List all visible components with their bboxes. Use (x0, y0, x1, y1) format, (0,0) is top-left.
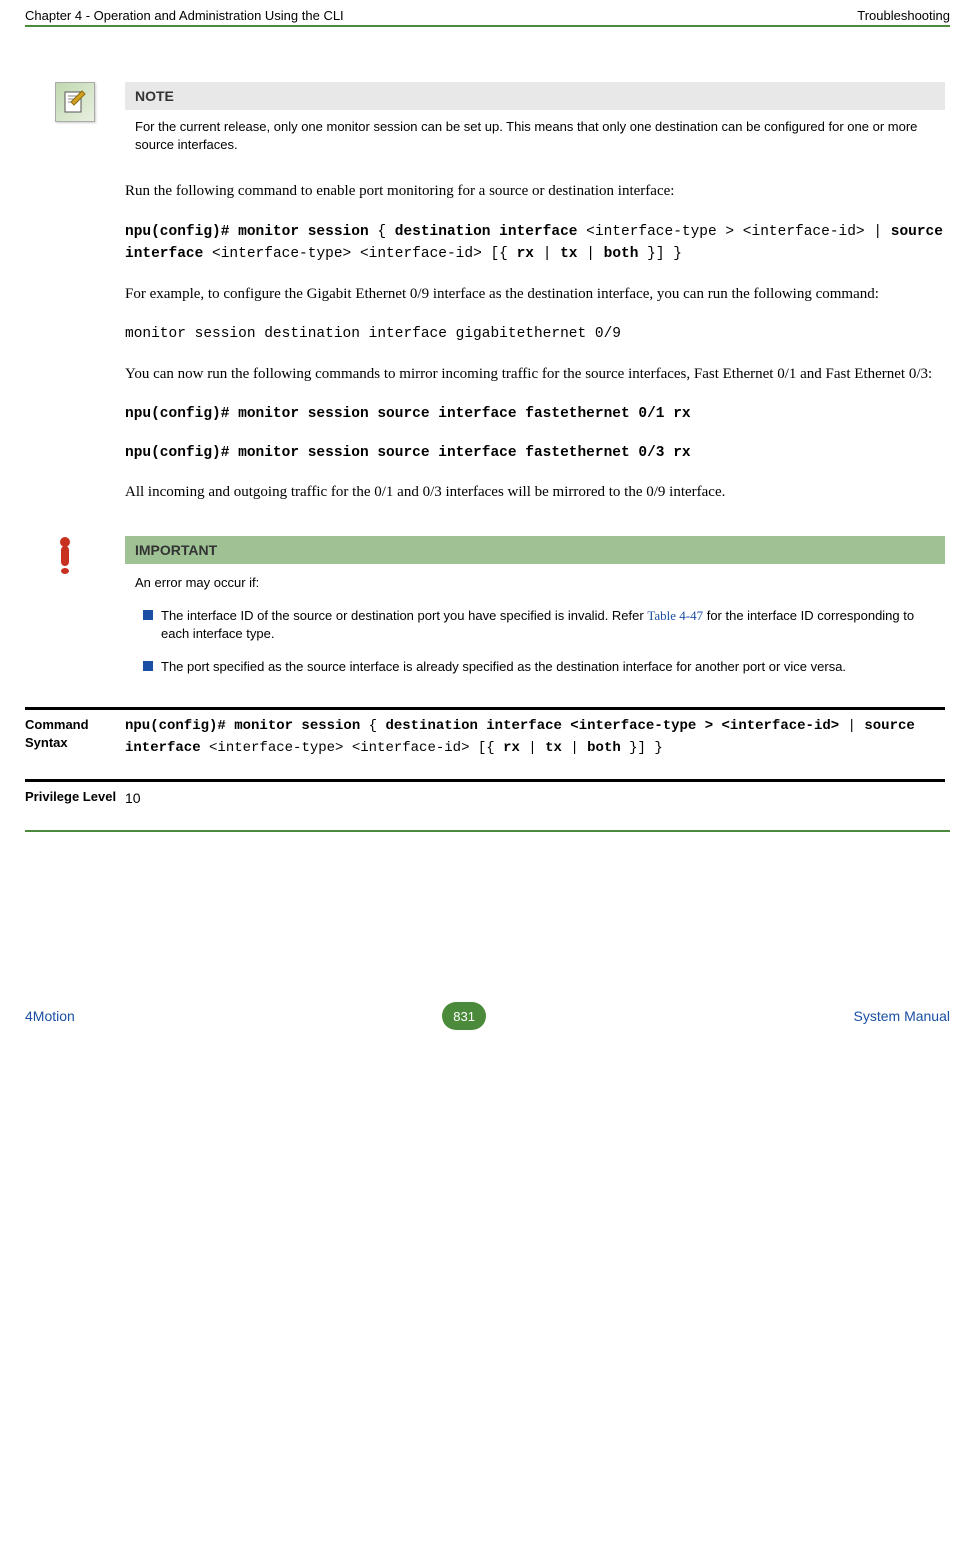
header-right: Troubleshooting (857, 8, 950, 23)
header-divider (25, 25, 950, 27)
privilege-level-value: 10 (125, 788, 945, 810)
bullet-item-2: The port specified as the source interfa… (135, 658, 935, 677)
note-title: NOTE (125, 82, 945, 110)
privilege-level-row: Privilege Level 10 (25, 779, 945, 830)
footer-right[interactable]: System Manual (854, 1008, 950, 1024)
privilege-level-label: Privilege Level (25, 788, 125, 810)
footer-left[interactable]: 4Motion (25, 1008, 75, 1024)
note-block: NOTE For the current release, only one m… (125, 82, 945, 154)
page-number: 831 (442, 1002, 486, 1030)
code-block-2: monitor session destination interface gi… (125, 323, 945, 345)
bullet-square-icon (143, 610, 153, 620)
bullet-square-icon (143, 661, 153, 671)
paragraph-4: All incoming and outgoing traffic for th… (125, 480, 945, 506)
command-syntax-label: Command Syntax (25, 716, 125, 759)
important-title: IMPORTANT (125, 536, 945, 564)
code-block-3: npu(config)# monitor session source inte… (125, 403, 945, 425)
important-intro: An error may occur if: (135, 574, 935, 593)
paragraph-2: For example, to configure the Gigabit Et… (125, 282, 945, 308)
paragraph-1: Run the following command to enable port… (125, 179, 945, 205)
table-link[interactable]: Table 4-47 (647, 608, 703, 623)
note-body: For the current release, only one monito… (125, 110, 945, 154)
note-icon (55, 82, 95, 122)
bullet-text-2: The port specified as the source interfa… (161, 658, 935, 677)
code-block-1: npu(config)# monitor session { destinati… (125, 221, 945, 266)
paragraph-3: You can now run the following commands t… (125, 362, 945, 388)
bullet-text-1: The interface ID of the source or destin… (161, 607, 935, 645)
command-syntax-value: npu(config)# monitor session { destinati… (125, 716, 945, 759)
header-left: Chapter 4 - Operation and Administration… (25, 8, 344, 23)
footer-divider (25, 830, 950, 832)
important-block: IMPORTANT An error may occur if: The int… (125, 536, 945, 677)
important-icon (55, 536, 75, 576)
code-block-4: npu(config)# monitor session source inte… (125, 442, 945, 464)
bullet-item-1: The interface ID of the source or destin… (135, 607, 935, 645)
command-syntax-row: Command Syntax npu(config)# monitor sess… (25, 707, 945, 779)
